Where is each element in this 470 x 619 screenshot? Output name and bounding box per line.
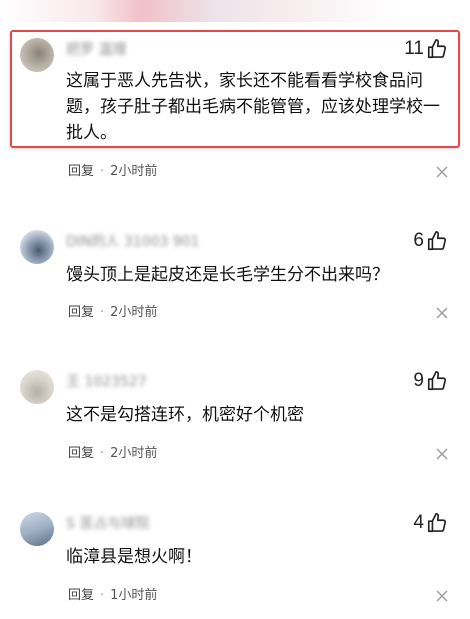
- avatar[interactable]: [20, 512, 54, 546]
- comment-meta-3: 回复 · 2小时前: [68, 446, 157, 462]
- meta-separator: ·: [100, 588, 105, 603]
- meta-separator: ·: [100, 446, 105, 461]
- like-count: 9: [413, 370, 424, 391]
- comment-meta-1: 回复 · 2小时前: [68, 164, 157, 180]
- comment-meta-4: 回复 · 1小时前: [68, 588, 157, 604]
- close-icon[interactable]: [436, 307, 448, 319]
- username[interactable]: S 苦占与球院: [66, 516, 236, 532]
- username[interactable]: 把罗 温理: [66, 42, 236, 58]
- meta-separator: ·: [100, 164, 105, 179]
- thumbs-up-icon[interactable]: [426, 370, 448, 392]
- avatar[interactable]: [20, 38, 54, 72]
- top-banner-blur: [0, 0, 470, 22]
- comment-text: 馒头顶上是起皮还是长毛学生分不出来吗？: [66, 265, 389, 285]
- avatar[interactable]: [20, 370, 54, 404]
- comment-text: 临漳县是想火啊！: [66, 547, 202, 567]
- avatar[interactable]: [20, 230, 54, 264]
- close-icon[interactable]: [436, 590, 448, 602]
- like-count: 11: [404, 38, 424, 59]
- timestamp: 2小时前: [110, 164, 158, 179]
- comment-meta-2: 回复 · 2小时前: [68, 305, 157, 321]
- comment-text: 这属于恶人先告状，家长还不能看看学校食品问题，孩子肚子都出毛病不能管管，应该处理…: [66, 71, 440, 143]
- timestamp: 2小时前: [110, 305, 158, 320]
- reply-button[interactable]: 回复: [68, 164, 94, 179]
- close-icon[interactable]: [436, 448, 448, 460]
- username[interactable]: 王 1023527: [66, 374, 236, 390]
- timestamp: 2小时前: [110, 446, 158, 461]
- thumbs-up-icon[interactable]: [426, 512, 448, 534]
- like-count: 6: [413, 230, 424, 251]
- close-icon[interactable]: [436, 166, 448, 178]
- comment-text: 这不是勾搭连环，机密好个机密: [66, 405, 304, 425]
- timestamp: 1小时前: [110, 588, 158, 603]
- like-count: 4: [413, 512, 424, 533]
- reply-button[interactable]: 回复: [68, 446, 94, 461]
- reply-button[interactable]: 回复: [68, 588, 94, 603]
- username[interactable]: DIN的人 31003 901: [66, 234, 236, 250]
- reply-button[interactable]: 回复: [68, 305, 94, 320]
- meta-separator: ·: [100, 305, 105, 320]
- thumbs-up-icon[interactable]: [426, 230, 448, 252]
- thumbs-up-icon[interactable]: [426, 38, 448, 60]
